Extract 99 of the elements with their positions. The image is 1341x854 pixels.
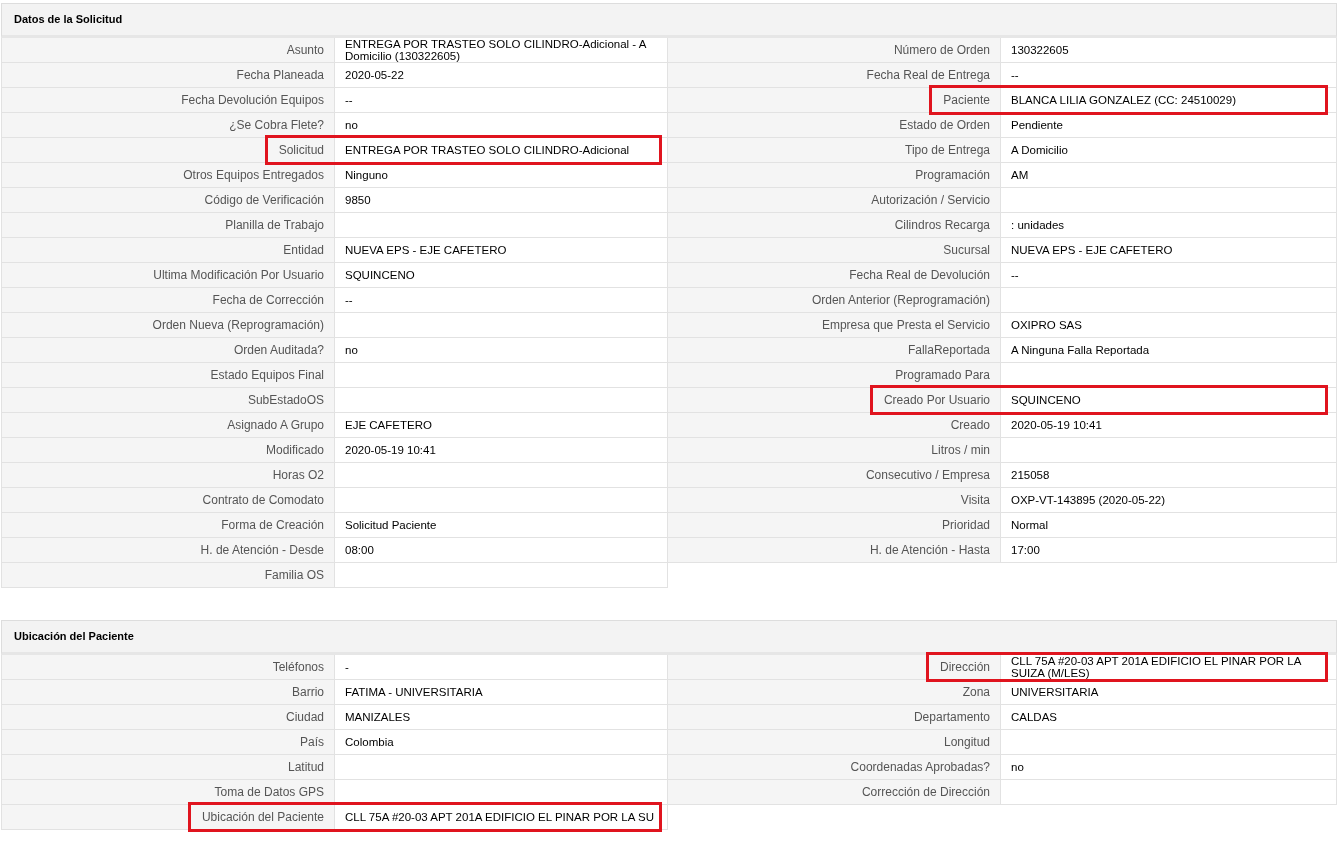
- field-label: Latitud: [287, 760, 324, 774]
- field-label: Estado Equipos Final: [210, 368, 324, 382]
- field-label: Cilindros Recarga: [894, 218, 990, 232]
- field-label: Forma de Creación: [221, 518, 324, 532]
- field-value: MANIZALES: [345, 711, 411, 723]
- field-value: : unidades: [1011, 219, 1065, 231]
- field-value: -: [345, 661, 349, 673]
- field-label: Teléfonos: [272, 660, 324, 674]
- field-label: Toma de Datos GPS: [214, 785, 324, 799]
- field-label: Fecha Devolución Equipos: [181, 93, 324, 107]
- field-label: Estado de Orden: [899, 118, 990, 132]
- field-value: --: [1011, 69, 1019, 81]
- field-label: Paciente: [943, 93, 990, 107]
- field-label: H. de Atención - Hasta: [869, 543, 990, 557]
- field-value: 215058: [1011, 469, 1050, 481]
- field-value: 9850: [345, 194, 371, 206]
- field-label: Autorización / Servicio: [871, 193, 990, 207]
- field-value: no: [345, 344, 358, 356]
- field-value: BLANCA LILIA GONZALEZ (CC: 24510029): [1011, 94, 1236, 106]
- field-label: Fecha Real de Devolución: [849, 268, 990, 282]
- field-value: 130322605: [1011, 44, 1069, 56]
- field-value: no: [1011, 761, 1024, 773]
- field-value: SQUINCENO: [1011, 394, 1081, 406]
- field-value: Colombia: [345, 736, 394, 748]
- field-label: Fecha de Corrección: [212, 293, 324, 307]
- field-label: Creado Por Usuario: [883, 393, 990, 407]
- field-value: Pendiente: [1011, 119, 1063, 131]
- section-header: Datos de la Solicitud: [1, 3, 1337, 38]
- field-value: CLL 75A #20-03 APT 201A EDIFICIO EL PINAR POR LA SUIZA (M/LES): [1011, 655, 1303, 679]
- field-value: A Ninguna Falla Reportada: [1011, 344, 1150, 356]
- field-label: Programación: [915, 168, 990, 182]
- field-label: Solicitud: [278, 143, 324, 157]
- field-value: 08:00: [345, 544, 374, 556]
- field-value: ENTREGA POR TRASTEO SOLO CILINDRO-Adicional - A Domicilio (130322605): [345, 38, 648, 62]
- field-label: ¿Se Cobra Flete?: [229, 118, 324, 132]
- field-label: Contrato de Comodato: [202, 493, 324, 507]
- field-label: SubEstadoOS: [247, 393, 324, 407]
- field-label: Orden Nueva (Reprogramación): [152, 318, 324, 332]
- field-value: NUEVA EPS - EJE CAFETERO: [345, 244, 507, 256]
- field-value: ENTREGA POR TRASTEO SOLO CILINDRO-Adicional: [345, 144, 630, 156]
- field-label: Otros Equipos Entregados: [183, 168, 324, 182]
- field-value: OXP-VT-143895 (2020-05-22): [1011, 494, 1166, 506]
- field-label: Horas O2: [272, 468, 324, 482]
- field-label: Coordenadas Aprobadas?: [850, 760, 990, 774]
- field-label: Ciudad: [285, 710, 324, 724]
- field-label: Creado: [950, 418, 990, 432]
- field-label: Departamento: [913, 710, 990, 724]
- field-label: Visita: [960, 493, 990, 507]
- field-label: Empresa que Presta el Servicio: [821, 318, 990, 332]
- field-label: Modificado: [265, 443, 324, 457]
- field-value: CLL 75A #20-03 APT 201A EDIFICIO EL PINAR POR LA SU: [345, 811, 654, 823]
- field-label: Barrio: [292, 685, 324, 699]
- field-value: no: [345, 119, 358, 131]
- field-label: Zona: [962, 685, 990, 699]
- field-label: Número de Orden: [893, 43, 990, 57]
- field-label: Fecha Real de Entrega: [866, 68, 990, 82]
- field-label: Longitud: [943, 735, 990, 749]
- field-value: 2020-05-22: [345, 69, 404, 81]
- field-label: Orden Anterior (Reprogramación): [811, 293, 990, 307]
- field-label: Consecutivo / Empresa: [865, 468, 990, 482]
- field-value: CALDAS: [1011, 711, 1058, 723]
- field-label: H. de Atención - Desde: [200, 543, 324, 557]
- field-label: Ubicación del Paciente: [201, 810, 324, 824]
- field-label: Código de Verificación: [204, 193, 324, 207]
- field-label: Planilla de Trabajo: [225, 218, 324, 232]
- field-label: Orden Auditada?: [233, 343, 324, 357]
- field-value: SQUINCENO: [345, 269, 415, 281]
- field-value: Normal: [1011, 519, 1049, 531]
- field-label: Familia OS: [264, 568, 324, 582]
- field-label: Asunto: [286, 43, 324, 57]
- field-label: Asignado A Grupo: [227, 418, 324, 432]
- field-value: Solicitud Paciente: [345, 519, 437, 531]
- field-label: Ultima Modificación Por Usuario: [153, 268, 324, 282]
- field-label: Litros / min: [931, 443, 990, 457]
- field-value: EJE CAFETERO: [345, 419, 432, 431]
- field-label: Programado Para: [895, 368, 990, 382]
- field-value: 2020-05-19 10:41: [345, 444, 436, 456]
- field-value: NUEVA EPS - EJE CAFETERO: [1011, 244, 1173, 256]
- field-value: 17:00: [1011, 544, 1040, 556]
- field-label: Dirección: [940, 660, 990, 674]
- field-value: UNIVERSITARIA: [1011, 686, 1099, 698]
- field-value: --: [1011, 269, 1019, 281]
- field-value: --: [345, 294, 353, 306]
- field-label: FallaReportada: [907, 343, 990, 357]
- section-header: Ubicación del Paciente: [1, 620, 1337, 655]
- field-label: Prioridad: [941, 518, 990, 532]
- field-label: Sucursal: [943, 243, 990, 257]
- field-label: Entidad: [283, 243, 324, 257]
- field-value: Ninguno: [345, 169, 388, 181]
- field-label: Fecha Planeada: [236, 68, 324, 82]
- field-value: --: [345, 94, 353, 106]
- field-value: AM: [1011, 169, 1029, 181]
- field-value: 2020-05-19 10:41: [1011, 419, 1102, 431]
- field-value: FATIMA - UNIVERSITARIA: [345, 686, 483, 698]
- field-value: A Domicilio: [1011, 144, 1068, 156]
- field-label: Corrección de Dirección: [861, 785, 990, 799]
- field-label: Tipo de Entrega: [905, 143, 990, 157]
- field-value: OXIPRO SAS: [1011, 319, 1082, 331]
- field-label: País: [300, 735, 324, 749]
